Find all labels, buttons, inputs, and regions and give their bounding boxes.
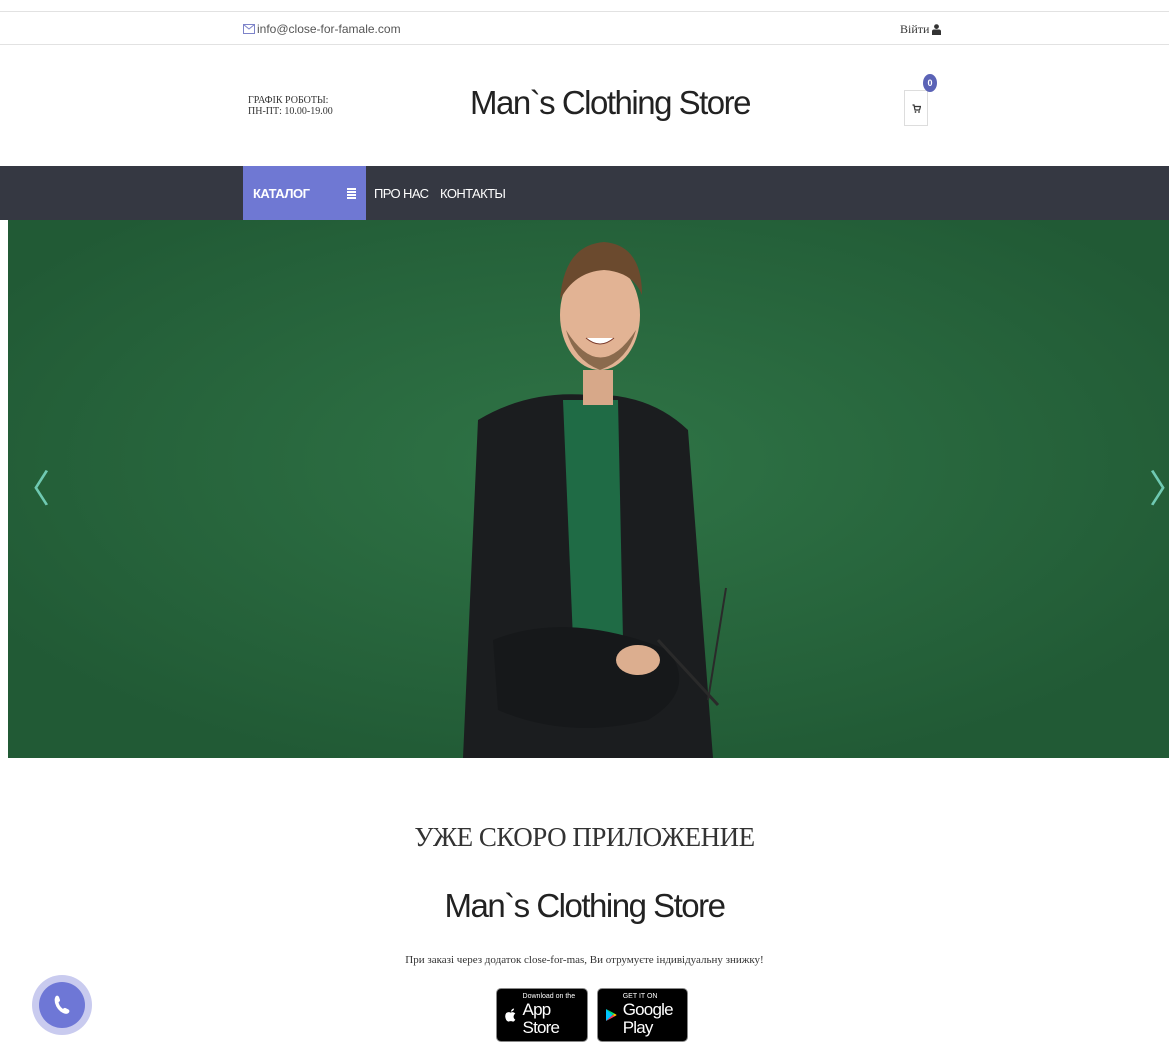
cart-button[interactable] <box>904 90 928 126</box>
working-hours-title: ГРАФІК РОБОТЫ: <box>248 95 329 106</box>
login-link[interactable]: Війти <box>900 22 942 37</box>
phone-icon <box>54 995 70 1014</box>
nav-contacts[interactable]: КОНТАКТЫ <box>440 166 506 220</box>
nav-catalog-label: КАТАЛОГ <box>253 185 310 201</box>
slider-prev-arrow[interactable]: 〈 <box>12 470 50 508</box>
envelope-icon <box>243 24 255 34</box>
hero-image <box>8 220 1169 758</box>
google-play-icon <box>606 1008 617 1022</box>
main-nav: КАТАЛОГ ПРО НАС КОНТАКТЫ <box>0 166 1169 220</box>
google-play-button[interactable]: GET IT ON Google Play <box>597 988 688 1042</box>
cart-icon <box>912 103 921 113</box>
site-logo[interactable]: Man`s Clothing Store <box>460 84 760 122</box>
email-text: info@close-for-famale.com <box>257 22 401 36</box>
app-store-label: App Store <box>522 1000 560 1037</box>
app-promo-brand: Man`s Clothing Store <box>444 887 726 924</box>
working-hours-value: ПН-ПТ: 10.00-19.00 <box>248 106 333 117</box>
top-bar: info@close-for-famale.com Війти <box>0 11 1169 45</box>
apple-icon <box>505 1007 516 1022</box>
google-play-label: Google Play <box>622 1000 674 1037</box>
user-icon <box>932 24 942 35</box>
email-link[interactable]: info@close-for-famale.com <box>243 22 401 36</box>
app-store-button[interactable]: Download on the App Store <box>496 988 588 1042</box>
slider-next-arrow[interactable]: 〉 <box>1149 470 1169 508</box>
app-promo-text: При заказі через додаток close-for-mas, … <box>405 954 764 966</box>
cart-count-badge: 0 <box>923 74 937 92</box>
nav-about[interactable]: ПРО НАС <box>374 166 429 220</box>
working-hours: ГРАФІК РОБОТЫ: ПН-ПТ: 10.00-19.00 <box>248 95 333 117</box>
nav-catalog[interactable]: КАТАЛОГ <box>243 166 366 220</box>
menu-icon <box>347 187 356 199</box>
hero-slider[interactable]: 〈 〉 <box>8 220 1169 758</box>
login-label: Війти <box>900 22 930 36</box>
app-promo-title: УЖЕ СКОРО ПРИЛОЖЕНИЕ <box>414 822 755 852</box>
call-button[interactable] <box>39 982 85 1028</box>
